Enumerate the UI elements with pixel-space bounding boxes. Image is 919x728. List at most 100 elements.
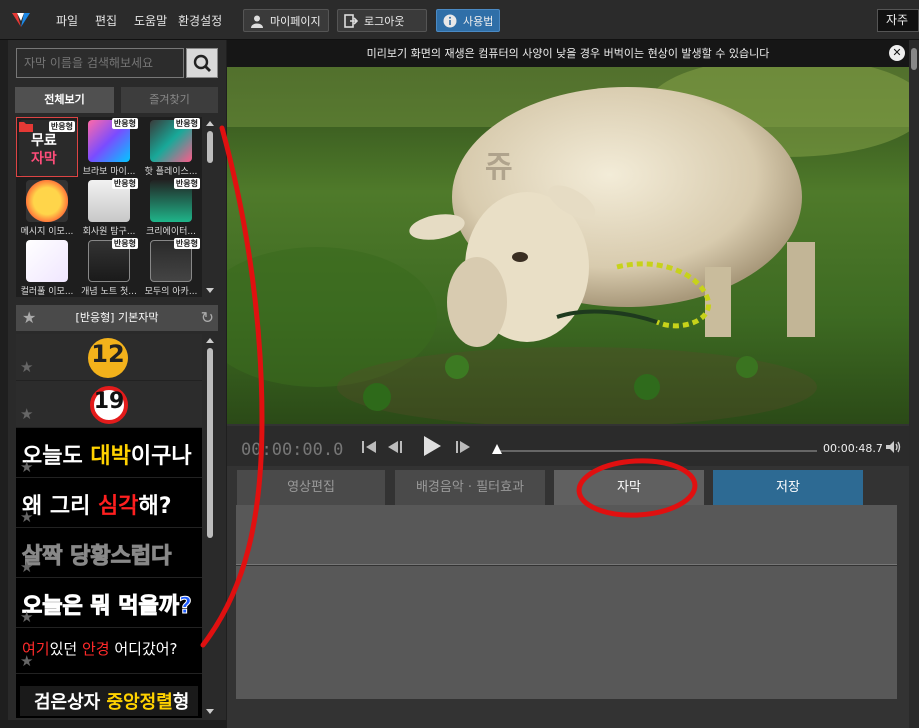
favorite-star-icon[interactable]: ★ (20, 358, 33, 376)
search-input[interactable] (16, 48, 184, 78)
preset-text-part: 검은상자 (34, 692, 107, 713)
thumbnail-item[interactable]: 반응형 개념 노트 첫... (78, 237, 140, 297)
subtitle-label: 자막 (31, 151, 57, 167)
preset-item[interactable]: 왜 그리 심각해? ★ (16, 478, 202, 528)
notice-text: 미리보기 화면의 재생은 컴퓨터의 사양이 낮을 경우 버벅이는 현상이 발생할… (366, 47, 770, 60)
thumbnail-caption: 크리에이터... (146, 227, 196, 237)
thumbnail-image (26, 240, 68, 282)
thumbnail-item[interactable]: 반응형 회사원 탐구... (78, 177, 140, 237)
favorite-star-icon[interactable]: ★ (20, 608, 33, 626)
preset-text-part: 있던 (49, 640, 82, 658)
thumbnail-caption: 컬러풀 이모... (20, 287, 74, 297)
favorite-star-icon[interactable]: ★ (20, 652, 33, 670)
favorite-star-icon[interactable]: ★ (20, 508, 33, 526)
thumbnail-badge: 반응형 (111, 238, 138, 249)
video-preview[interactable]: 쥬 (227, 67, 909, 424)
preset-header-title: [반응형] 기본자막 (75, 311, 159, 324)
howto-label: 사용법 (463, 14, 494, 28)
thumbnail-item[interactable]: 반응형 무료 자막 (16, 117, 78, 177)
thumbnail-caption: 개념 노트 첫... (81, 287, 137, 297)
preset-item[interactable]: 19 ★ (16, 381, 202, 428)
play-icon[interactable] (422, 435, 442, 457)
preset-text-highlight: 대박 (90, 444, 131, 469)
preset-text: 오늘은 뭐 먹을까? (22, 594, 193, 620)
preset-text-highlight: 중앙정렬 (106, 692, 173, 713)
preset-item[interactable]: 오늘은 뭐 먹을까? ★ (16, 578, 202, 628)
close-icon[interactable]: ✕ (889, 45, 905, 61)
scroll-thumb[interactable] (207, 348, 213, 538)
thumbnail-item[interactable]: 반응형 브라보 마이... (78, 117, 140, 177)
menu-edit[interactable]: 편집 (95, 12, 117, 29)
howto-button[interactable]: 사용법 (436, 9, 500, 32)
tab-favorites[interactable]: 즐겨찾기 (121, 87, 218, 113)
tab-all[interactable]: 전체보기 (15, 87, 114, 113)
favorite-star-icon[interactable]: ★ (20, 405, 33, 423)
tab-subtitle[interactable]: 자막 (554, 470, 704, 505)
search-button[interactable] (186, 48, 218, 78)
preset-text: 검은상자 중앙정렬형 (34, 688, 189, 714)
tab-video-edit[interactable]: 영상편집 (237, 470, 385, 505)
preset-item[interactable]: 오늘도 대박이구나 ★ (16, 428, 202, 478)
menu-settings[interactable]: 환경설정 (178, 12, 222, 29)
watermark: 쥬 (485, 150, 513, 185)
preset-header: ★ [반응형] 기본자막 ↻ (16, 305, 218, 331)
preset-item[interactable]: 여기있던 안경 어디갔어? ★ (16, 628, 202, 674)
skip-start-icon[interactable] (361, 439, 379, 455)
end-time: 00:00:48.7 (823, 442, 883, 455)
preset-number: 12 (91, 340, 125, 368)
preset-text-highlight: 안경 (81, 640, 110, 658)
menubar: 파일 편집 도움말 환경설정 마이페이지 로그아웃 사용법 자주 (0, 0, 919, 40)
subtitle-thumbnail-grid: 반응형 무료 자막 반응형 브라보 마이... 반응형 핫 플레이스... 메시… (16, 117, 202, 297)
timeline-slider[interactable] (497, 450, 817, 452)
thumbnail-item[interactable]: 메시지 이모... (16, 177, 78, 237)
preset-item[interactable]: 살짝 당황스럽다 ★ (16, 528, 202, 578)
frame-back-icon[interactable] (387, 439, 405, 455)
grid-scrollbar[interactable] (204, 117, 216, 297)
scroll-thumb[interactable] (207, 131, 213, 163)
save-button[interactable]: 저장 (713, 470, 863, 505)
preset-item[interactable]: 12 ★ (16, 334, 202, 381)
frequent-button[interactable]: 자주 (877, 9, 919, 32)
preset-text-part: 어디갔어? (109, 640, 178, 658)
subtitle-library-panel: 전체보기 즐겨찾기 반응형 무료 자막 반응형 브라보 마이... 반응형 핫 … (8, 40, 226, 720)
star-icon[interactable]: ★ (22, 305, 36, 331)
menu-file[interactable]: 파일 (56, 12, 78, 29)
thumbnail-item[interactable]: 반응형 크리에이터... (140, 177, 202, 237)
thumbnail-caption: 브라보 마이... (82, 167, 136, 177)
thumbnail-caption: 핫 플레이스... (144, 167, 198, 177)
scroll-down-icon (206, 288, 214, 293)
thumbnail-badge: 반응형 (173, 238, 200, 249)
scroll-up-icon (206, 121, 214, 126)
thumbnail-caption: 메시지 이모... (20, 227, 74, 237)
logout-button[interactable]: 로그아웃 (337, 9, 427, 32)
thumbnail-badge: 반응형 (111, 118, 138, 129)
scroll-up-icon (206, 338, 214, 343)
logout-icon (344, 13, 358, 28)
volume-icon[interactable] (885, 440, 901, 454)
frame-forward-icon[interactable] (455, 439, 473, 455)
thumbnail-caption: 회사원 탐구... (82, 227, 136, 237)
refresh-icon[interactable]: ↻ (201, 305, 214, 331)
menu-help[interactable]: 도움말 (134, 12, 167, 29)
thumbnail-item[interactable]: 반응형 모두의 아카... (140, 237, 202, 297)
preset-text: 왜 그리 심각해? (22, 488, 172, 520)
playhead-icon[interactable] (492, 444, 502, 456)
thumbnail-item[interactable]: 반응형 핫 플레이스... (140, 117, 202, 177)
favorite-star-icon[interactable]: ★ (20, 558, 33, 576)
free-label: 무료 (31, 133, 57, 149)
preset-scrollbar[interactable] (204, 334, 216, 718)
search-icon (193, 54, 211, 72)
preset-text-part: 해? (138, 494, 172, 519)
thumbnail-caption: 모두의 아카... (144, 287, 198, 297)
thumbnail-item[interactable]: 컬러풀 이모... (16, 237, 78, 297)
scroll-thumb[interactable] (911, 48, 917, 70)
window-scrollbar[interactable] (909, 40, 919, 728)
preset-item[interactable]: 검은상자 중앙정렬형 (16, 674, 202, 718)
info-icon (443, 14, 457, 27)
preset-text-part: 형 (172, 692, 190, 713)
mypage-button[interactable]: 마이페이지 (243, 9, 329, 32)
playback-controls: 00:00:00.0 00:00:48.7 (227, 426, 909, 466)
tab-music-filter[interactable]: 배경음악 · 필터효과 (395, 470, 545, 505)
favorite-star-icon[interactable]: ★ (20, 458, 33, 476)
preset-text: 여기있던 안경 어디갔어? (22, 638, 178, 659)
